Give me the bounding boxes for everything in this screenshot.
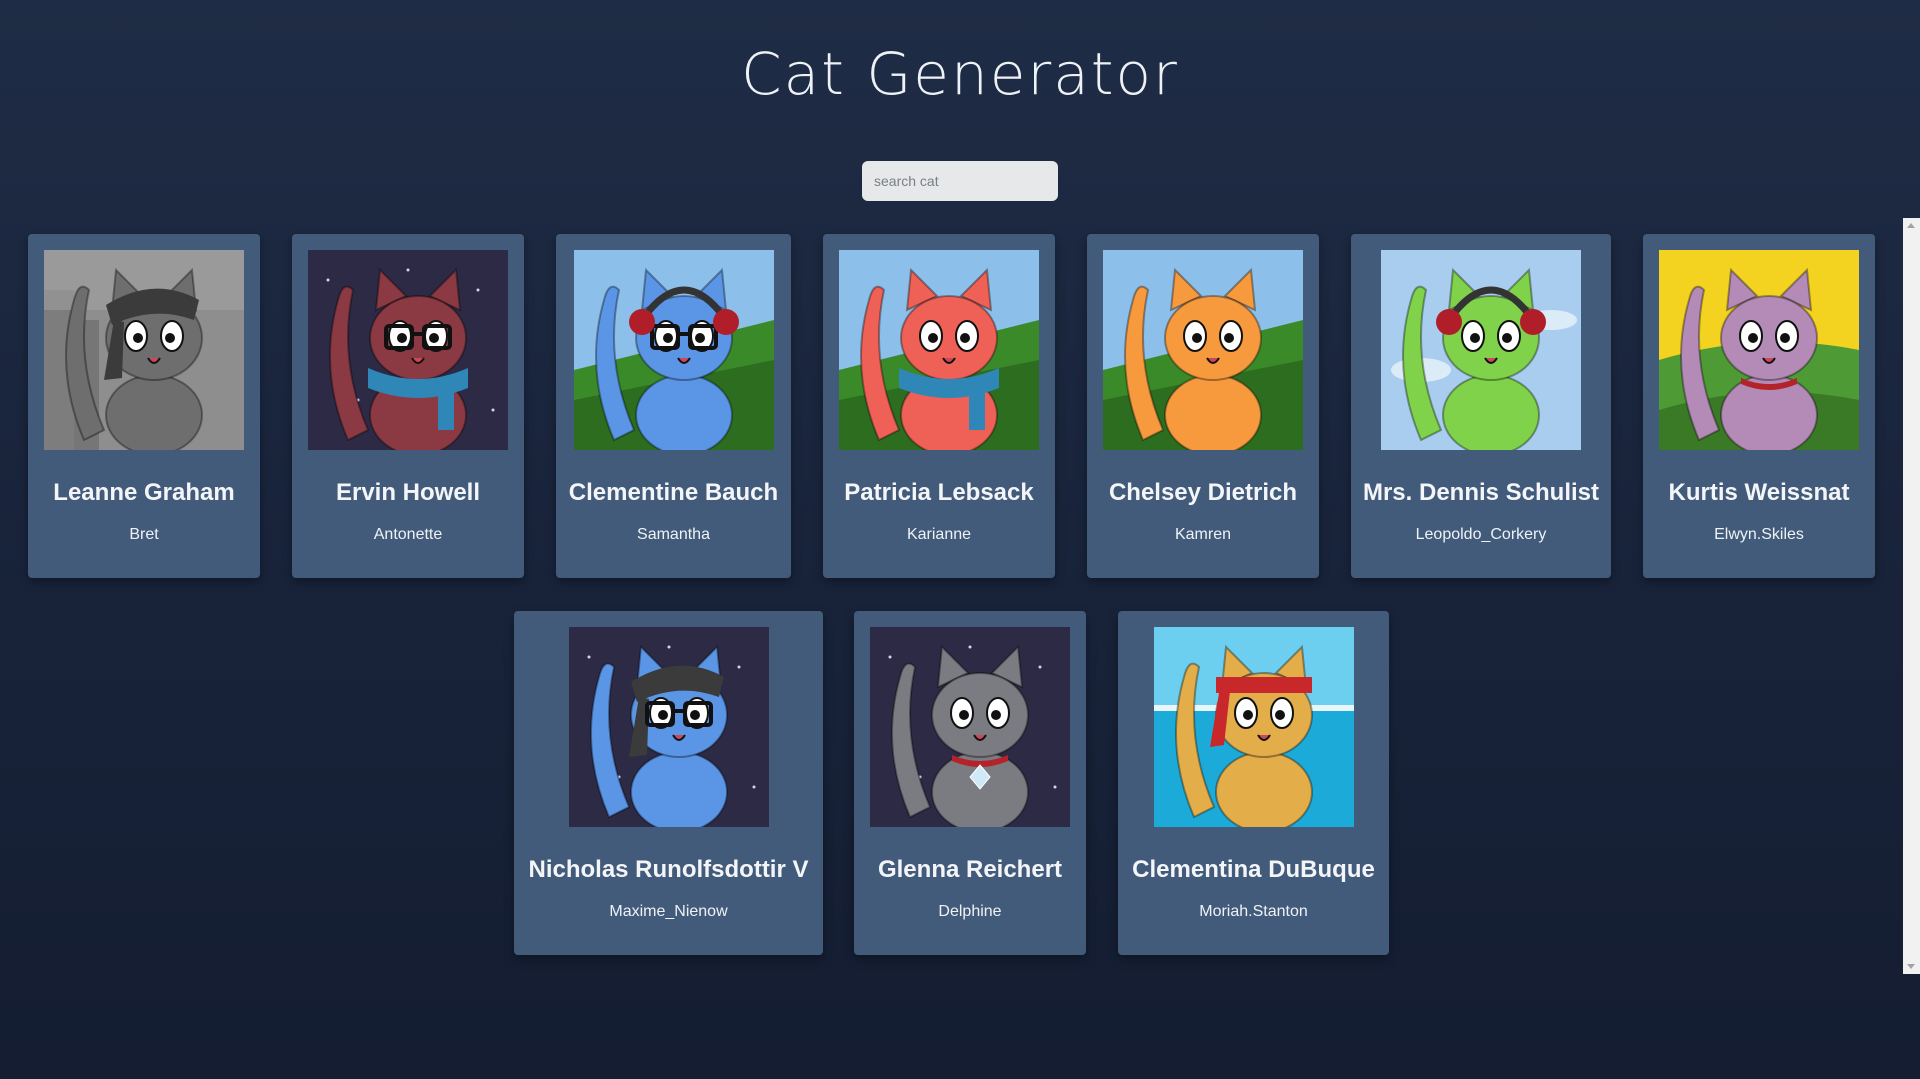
cat-card[interactable]: Clementine Bauch Samantha xyxy=(556,234,791,578)
cat-name: Patricia Lebsack xyxy=(844,479,1034,506)
search-input[interactable] xyxy=(862,161,1058,201)
cat-name: Nicholas Runolfsdottir V xyxy=(528,856,809,883)
cat-username: Samantha xyxy=(637,526,710,543)
cat-name: Clementina DuBuque xyxy=(1132,856,1375,883)
cat-avatar-image xyxy=(839,250,1039,450)
cat-name: Leanne Graham xyxy=(53,479,235,506)
cat-card[interactable]: Clementina DuBuque Moriah.Stanton xyxy=(1118,611,1389,955)
cat-card[interactable]: Ervin Howell Antonette xyxy=(292,234,524,578)
cat-name: Kurtis Weissnat xyxy=(1668,479,1850,506)
page-title: Cat Generator xyxy=(741,40,1179,108)
cat-name: Mrs. Dennis Schulist xyxy=(1362,479,1600,506)
cat-username: Elwyn.Skiles xyxy=(1714,526,1804,543)
cat-avatar-image xyxy=(870,627,1070,827)
cat-card[interactable]: Patricia Lebsack Karianne xyxy=(823,234,1055,578)
cat-name: Glenna Reichert xyxy=(877,856,1063,883)
cat-card[interactable]: Leanne Graham Bret xyxy=(28,234,260,578)
cat-card[interactable]: Chelsey Dietrich Kamren xyxy=(1087,234,1319,578)
cat-avatar-image xyxy=(1103,250,1303,450)
cat-avatar-image xyxy=(308,250,508,450)
cat-avatar-image xyxy=(44,250,244,450)
cat-username: Bret xyxy=(129,526,159,543)
scroll-down-arrow-icon[interactable] xyxy=(1907,964,1915,969)
cat-name: Clementine Bauch xyxy=(568,479,779,506)
cat-avatar-image xyxy=(569,627,769,827)
cat-card[interactable]: Mrs. Dennis Schulist Leopoldo_Corkery xyxy=(1351,234,1611,578)
cat-avatar-image xyxy=(1154,627,1354,827)
cat-avatar-image xyxy=(1659,250,1859,450)
cat-username: Kamren xyxy=(1174,526,1232,543)
cat-card[interactable]: Kurtis Weissnat Elwyn.Skiles xyxy=(1643,234,1875,578)
cat-avatar-image xyxy=(1381,250,1581,450)
cat-username: Karianne xyxy=(906,526,972,543)
scroll-up-arrow-icon[interactable] xyxy=(1907,223,1915,228)
cat-username: Moriah.Stanton xyxy=(1199,903,1308,920)
cat-card[interactable]: Nicholas Runolfsdottir V Maxime_Nienow xyxy=(514,611,823,955)
cat-username: Leopoldo_Corkery xyxy=(1415,526,1547,543)
cat-card[interactable]: Glenna Reichert Delphine xyxy=(854,611,1086,955)
cat-username: Delphine xyxy=(938,903,1002,920)
vertical-scrollbar[interactable] xyxy=(1903,218,1920,974)
cat-avatar-image xyxy=(574,250,774,450)
cat-name: Ervin Howell xyxy=(335,479,481,506)
search-box xyxy=(862,161,1058,201)
cat-username: Antonette xyxy=(373,526,443,543)
cat-username: Maxime_Nienow xyxy=(609,903,728,920)
cat-name: Chelsey Dietrich xyxy=(1108,479,1298,506)
